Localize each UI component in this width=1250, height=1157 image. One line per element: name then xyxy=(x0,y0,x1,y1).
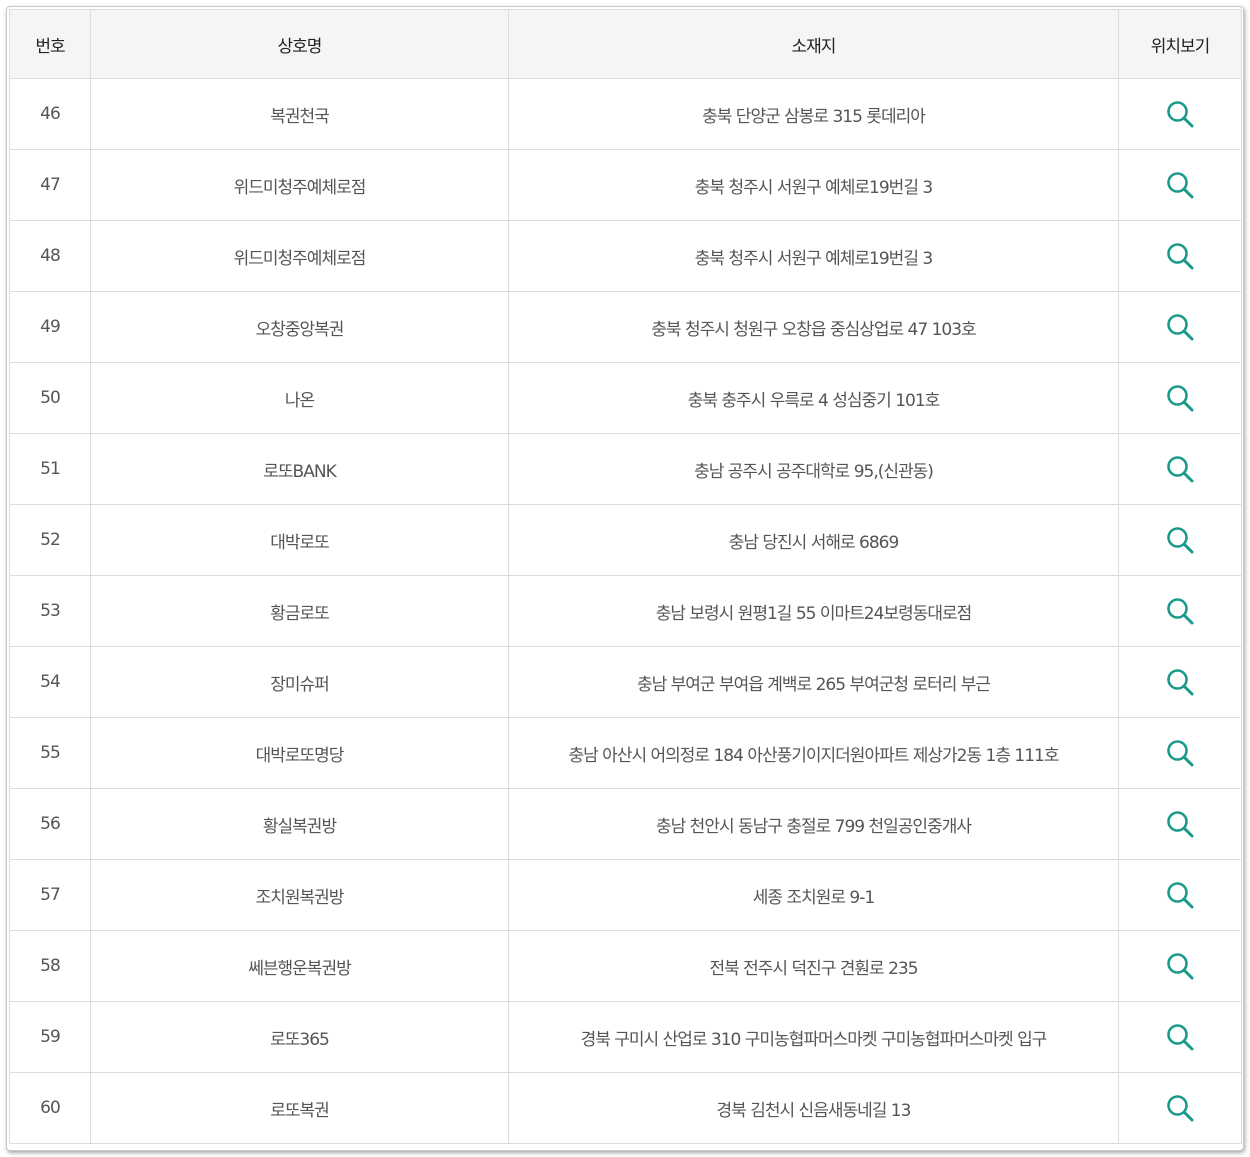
search-icon[interactable] xyxy=(1165,454,1195,484)
row-store-name: 황금로또 xyxy=(90,575,509,647)
search-icon[interactable] xyxy=(1165,880,1195,910)
search-icon[interactable] xyxy=(1165,241,1195,271)
row-address: 충남 부여군 부여읍 계백로 265 부여군청 로터리 부근 xyxy=(508,646,1119,718)
row-number: 46 xyxy=(9,78,91,150)
row-store-name: 복권천국 xyxy=(90,78,509,150)
row-address: 충북 청주시 청원구 오창읍 중심상업로 47 103호 xyxy=(508,291,1119,363)
search-icon[interactable] xyxy=(1165,99,1195,129)
row-view-location xyxy=(1118,433,1242,505)
row-address: 전북 전주시 덕진구 견훤로 235 xyxy=(508,930,1119,1002)
row-view-location xyxy=(1118,717,1242,789)
table-header: 번호 상호명 소재지 위치보기 xyxy=(9,9,1242,79)
header-view-location: 위치보기 xyxy=(1118,9,1242,79)
row-number: 52 xyxy=(9,504,91,576)
search-icon[interactable] xyxy=(1165,738,1195,768)
table-row: 49 오창중앙복권 충북 청주시 청원구 오창읍 중심상업로 47 103호 xyxy=(9,291,1242,363)
row-store-name: 로또BANK xyxy=(90,433,509,505)
row-number: 54 xyxy=(9,646,91,718)
row-store-name: 조치원복권방 xyxy=(90,859,509,931)
search-icon[interactable] xyxy=(1165,525,1195,555)
row-view-location xyxy=(1118,149,1242,221)
row-address: 충북 청주시 서원구 예체로19번길 3 xyxy=(508,149,1119,221)
row-view-location xyxy=(1118,220,1242,292)
row-view-location xyxy=(1118,1001,1242,1073)
table-row: 57 조치원복권방 세종 조치원로 9-1 xyxy=(9,859,1242,931)
table-row: 47 위드미청주예체로점 충북 청주시 서원구 예체로19번길 3 xyxy=(9,149,1242,221)
row-view-location xyxy=(1118,930,1242,1002)
search-icon[interactable] xyxy=(1165,809,1195,839)
row-number: 51 xyxy=(9,433,91,505)
search-icon[interactable] xyxy=(1165,667,1195,697)
row-address: 충북 단양군 삼봉로 315 롯데리아 xyxy=(508,78,1119,150)
row-view-location xyxy=(1118,575,1242,647)
row-store-name: 오창중앙복권 xyxy=(90,291,509,363)
row-view-location xyxy=(1118,859,1242,931)
table-row: 52 대박로또 충남 당진시 서해로 6869 xyxy=(9,504,1242,576)
table-body: 46 복권천국 충북 단양군 삼봉로 315 롯데리아 47 위드미청주예체로점 충북 청… xyxy=(9,78,1242,1144)
search-icon[interactable] xyxy=(1165,1022,1195,1052)
search-icon[interactable] xyxy=(1165,951,1195,981)
row-address: 경북 김천시 신음새동네길 13 xyxy=(508,1072,1119,1144)
header-store-name: 상호명 xyxy=(90,9,509,79)
search-icon[interactable] xyxy=(1165,596,1195,626)
row-number: 50 xyxy=(9,362,91,434)
row-address: 세종 조치원로 9-1 xyxy=(508,859,1119,931)
row-number: 48 xyxy=(9,220,91,292)
row-number: 56 xyxy=(9,788,91,860)
table-row: 56 황실복권방 충남 천안시 동남구 충절로 799 천일공인중개사 xyxy=(9,788,1242,860)
row-number: 59 xyxy=(9,1001,91,1073)
table-row: 54 장미슈퍼 충남 부여군 부여읍 계백로 265 부여군청 로터리 부근 xyxy=(9,646,1242,718)
row-view-location xyxy=(1118,646,1242,718)
row-number: 49 xyxy=(9,291,91,363)
table-row: 48 위드미청주예체로점 충북 청주시 서원구 예체로19번길 3 xyxy=(9,220,1242,292)
row-address: 충남 당진시 서해로 6869 xyxy=(508,504,1119,576)
search-icon[interactable] xyxy=(1165,383,1195,413)
table-row: 59 로또365 경북 구미시 산업로 310 구미농협파머스마켓 구미농협파머스마… xyxy=(9,1001,1242,1073)
row-address: 충남 천안시 동남구 충절로 799 천일공인중개사 xyxy=(508,788,1119,860)
row-number: 53 xyxy=(9,575,91,647)
search-icon[interactable] xyxy=(1165,1093,1195,1123)
header-row: 번호 상호명 소재지 위치보기 xyxy=(9,9,1242,79)
row-view-location xyxy=(1118,78,1242,150)
row-store-name: 장미슈퍼 xyxy=(90,646,509,718)
table-row: 46 복권천국 충북 단양군 삼봉로 315 롯데리아 xyxy=(9,78,1242,150)
store-list-panel: 번호 상호명 소재지 위치보기 46 복권천국 충북 단양군 삼봉로 315 롯데리… xyxy=(6,6,1244,1151)
table-row: 58 쎄븐행운복권방 전북 전주시 덕진구 견훤로 235 xyxy=(9,930,1242,1002)
row-store-name: 로또365 xyxy=(90,1001,509,1073)
row-number: 60 xyxy=(9,1072,91,1144)
table-row: 51 로또BANK 충남 공주시 공주대학로 95,(신관동) xyxy=(9,433,1242,505)
row-address: 충남 공주시 공주대학로 95,(신관동) xyxy=(508,433,1119,505)
search-icon[interactable] xyxy=(1165,170,1195,200)
header-address: 소재지 xyxy=(508,9,1119,79)
row-view-location xyxy=(1118,504,1242,576)
table-row: 53 황금로또 충남 보령시 원평1길 55 이마트24보령동대로점 xyxy=(9,575,1242,647)
row-number: 47 xyxy=(9,149,91,221)
row-store-name: 위드미청주예체로점 xyxy=(90,149,509,221)
header-number: 번호 xyxy=(9,9,91,79)
row-store-name: 대박로또 xyxy=(90,504,509,576)
row-number: 58 xyxy=(9,930,91,1002)
table-row: 60 로또복권 경북 김천시 신음새동네길 13 xyxy=(9,1072,1242,1144)
row-store-name: 나온 xyxy=(90,362,509,434)
table-row: 55 대박로또명당 충남 아산시 어의정로 184 아산풍기이지더원아파트 제상가2… xyxy=(9,717,1242,789)
row-view-location xyxy=(1118,788,1242,860)
row-store-name: 쎄븐행운복권방 xyxy=(90,930,509,1002)
row-address: 충남 보령시 원평1길 55 이마트24보령동대로점 xyxy=(508,575,1119,647)
row-view-location xyxy=(1118,291,1242,363)
row-address: 충북 충주시 우륵로 4 성심중기 101호 xyxy=(508,362,1119,434)
row-address: 충북 청주시 서원구 예체로19번길 3 xyxy=(508,220,1119,292)
search-icon[interactable] xyxy=(1165,312,1195,342)
row-store-name: 위드미청주예체로점 xyxy=(90,220,509,292)
row-view-location xyxy=(1118,362,1242,434)
row-number: 55 xyxy=(9,717,91,789)
row-address: 경북 구미시 산업로 310 구미농협파머스마켓 구미농협파머스마켓 입구 xyxy=(508,1001,1119,1073)
row-address: 충남 아산시 어의정로 184 아산풍기이지더원아파트 제상가2동 1층 111… xyxy=(508,717,1119,789)
row-store-name: 대박로또명당 xyxy=(90,717,509,789)
store-table: 번호 상호명 소재지 위치보기 46 복권천국 충북 단양군 삼봉로 315 롯데리… xyxy=(9,9,1242,1144)
row-store-name: 황실복권방 xyxy=(90,788,509,860)
row-store-name: 로또복권 xyxy=(90,1072,509,1144)
row-number: 57 xyxy=(9,859,91,931)
table-row: 50 나온 충북 충주시 우륵로 4 성심중기 101호 xyxy=(9,362,1242,434)
row-view-location xyxy=(1118,1072,1242,1144)
